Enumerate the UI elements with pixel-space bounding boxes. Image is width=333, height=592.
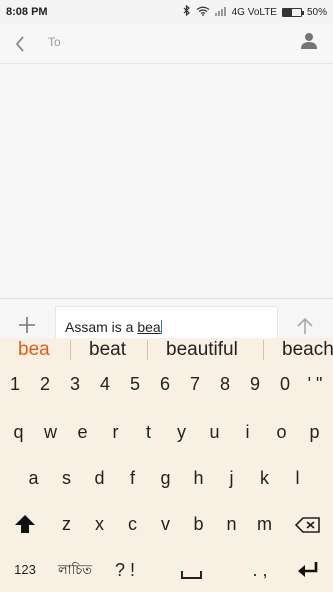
- key-l[interactable]: l: [284, 463, 311, 493]
- key-v[interactable]: v: [152, 509, 179, 539]
- key-f[interactable]: f: [119, 463, 146, 493]
- status-bar: 8:08 PM 4G VoLTE 50%: [0, 0, 333, 24]
- letter-row-1: q w e r t y u i o p: [0, 417, 333, 447]
- key-m[interactable]: m: [251, 509, 278, 539]
- wifi-icon: [196, 6, 210, 19]
- suggestion-divider: [70, 340, 71, 360]
- contact-picker-icon[interactable]: [301, 32, 317, 50]
- backspace-key[interactable]: [292, 509, 324, 539]
- key-4[interactable]: 4: [93, 369, 117, 399]
- punctuation-key[interactable]: . ,: [240, 555, 280, 585]
- key-d[interactable]: d: [86, 463, 113, 493]
- clock: 8:08 PM: [6, 6, 48, 18]
- shift-key[interactable]: [10, 509, 40, 539]
- key-z[interactable]: z: [53, 509, 80, 539]
- key-j[interactable]: j: [218, 463, 245, 493]
- key-y[interactable]: y: [168, 417, 195, 447]
- signal-icon: [214, 6, 227, 19]
- space-bar-icon: [181, 571, 202, 579]
- suggestion-typed[interactable]: bea: [18, 338, 50, 362]
- attach-plus-icon[interactable]: [17, 315, 37, 335]
- key-2[interactable]: 2: [33, 369, 57, 399]
- key-3[interactable]: 3: [63, 369, 87, 399]
- key-1[interactable]: 1: [3, 369, 27, 399]
- space-key[interactable]: [150, 555, 230, 585]
- key-a[interactable]: a: [20, 463, 47, 493]
- key-k[interactable]: k: [251, 463, 278, 493]
- bottom-row: 123 লাচিত ? ! . ,: [0, 555, 333, 585]
- network-type: 4G VoLTE: [231, 6, 277, 18]
- send-arrow-icon[interactable]: [295, 316, 315, 336]
- message-thread: [0, 65, 333, 298]
- suggestion-item[interactable]: beat: [89, 338, 126, 362]
- back-arrow-icon[interactable]: [12, 34, 30, 54]
- numbers-key[interactable]: 123: [8, 555, 42, 585]
- number-row: 1 2 3 4 5 6 7 8 9 0 ' ": [0, 369, 333, 399]
- letter-row-3: z x c v b n m: [0, 509, 333, 539]
- key-b[interactable]: b: [185, 509, 212, 539]
- enter-key[interactable]: [292, 555, 324, 585]
- message-input[interactable]: Assam is a bea: [55, 306, 278, 340]
- message-text: Assam is a: [65, 319, 138, 335]
- language-key[interactable]: লাচিত: [52, 555, 98, 585]
- text-cursor: [160, 320, 162, 334]
- symbols-key[interactable]: ? !: [110, 555, 140, 585]
- letter-row-2: a s d f g h j k l: [0, 463, 333, 493]
- suggestion-item[interactable]: beach: [282, 338, 333, 362]
- key-quotes[interactable]: ' ": [300, 369, 330, 399]
- key-9[interactable]: 9: [243, 369, 267, 399]
- suggestion-divider: [147, 340, 148, 360]
- key-c[interactable]: c: [119, 509, 146, 539]
- composing-word: bea: [137, 319, 161, 335]
- key-i[interactable]: i: [234, 417, 261, 447]
- key-o[interactable]: o: [268, 417, 295, 447]
- key-5[interactable]: 5: [123, 369, 147, 399]
- battery-icon: [281, 7, 304, 17]
- key-0[interactable]: 0: [273, 369, 297, 399]
- bluetooth-icon: [183, 4, 191, 19]
- key-e[interactable]: e: [69, 417, 96, 447]
- suggestion-strip: bea beat beautiful beach: [0, 338, 333, 362]
- compose-header: To: [0, 24, 333, 64]
- key-h[interactable]: h: [185, 463, 212, 493]
- battery-percent: 50%: [306, 6, 327, 18]
- key-p[interactable]: p: [301, 417, 328, 447]
- key-6[interactable]: 6: [153, 369, 177, 399]
- suggestion-divider: [263, 340, 264, 360]
- recipient-field[interactable]: To: [48, 35, 61, 49]
- key-q[interactable]: q: [5, 417, 32, 447]
- key-t[interactable]: t: [135, 417, 162, 447]
- key-8[interactable]: 8: [213, 369, 237, 399]
- key-n[interactable]: n: [218, 509, 245, 539]
- key-g[interactable]: g: [152, 463, 179, 493]
- compose-bar: Assam is a bea: [0, 298, 333, 340]
- key-r[interactable]: r: [102, 417, 129, 447]
- suggestion-item[interactable]: beautiful: [166, 338, 238, 362]
- key-w[interactable]: w: [37, 417, 64, 447]
- key-s[interactable]: s: [53, 463, 80, 493]
- key-u[interactable]: u: [201, 417, 228, 447]
- key-x[interactable]: x: [86, 509, 113, 539]
- keyboard: bea beat beautiful beach 1 2 3 4 5 6 7 8…: [0, 338, 333, 592]
- key-7[interactable]: 7: [183, 369, 207, 399]
